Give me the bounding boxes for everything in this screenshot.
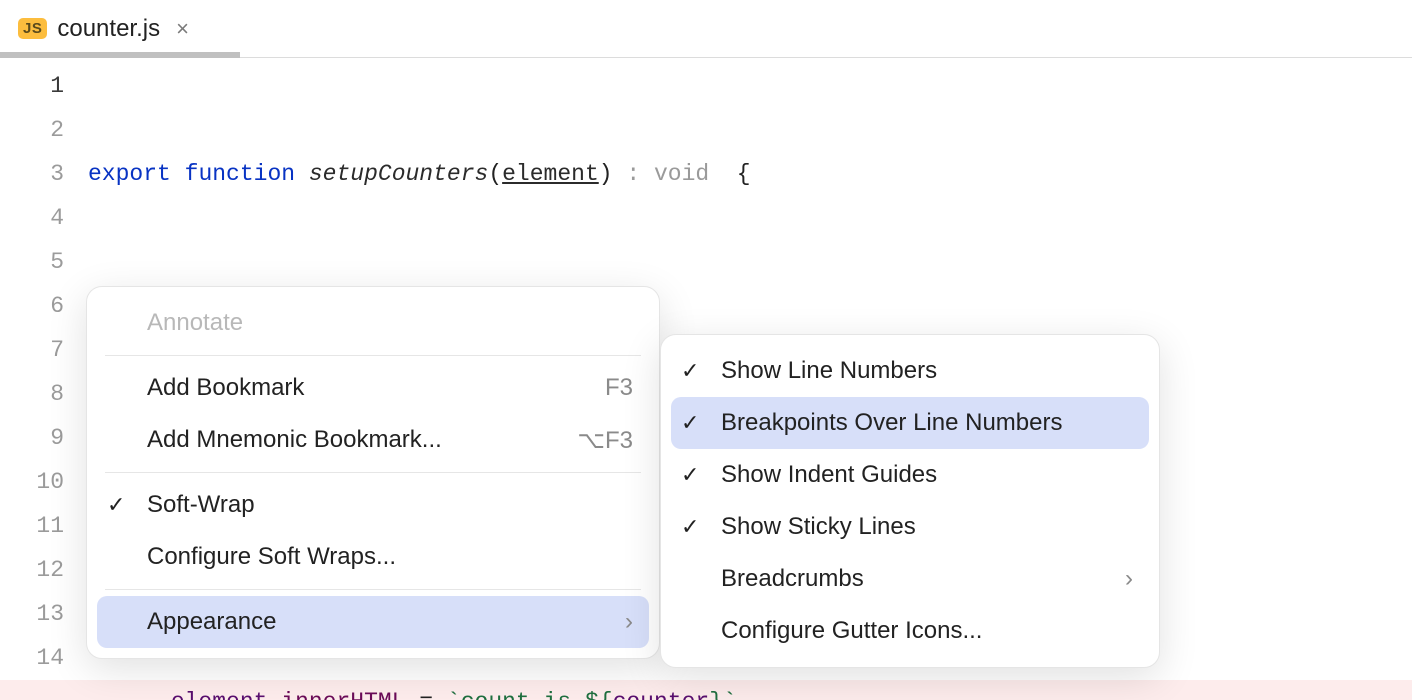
menu-item-annotate: Annotate (87, 297, 659, 349)
gutter-context-menu: Annotate Add BookmarkF3 Add Mnemonic Boo… (86, 286, 660, 659)
chevron-right-icon: › (1125, 565, 1133, 593)
line-number[interactable]: 1 (0, 64, 64, 108)
menu-item-breadcrumbs[interactable]: Breadcrumbs› (661, 553, 1159, 605)
line-number[interactable]: 3 (0, 152, 64, 196)
menu-item-soft-wrap[interactable]: ✓Soft-Wrap (87, 479, 659, 531)
chevron-right-icon: › (625, 608, 633, 636)
line-number[interactable]: 12 (0, 548, 64, 592)
code-line[interactable]: element.innerHTML = `count is ${counter}… (0, 680, 1412, 700)
tab-title: counter.js (57, 15, 160, 43)
menu-item-show-sticky-lines[interactable]: ✓Show Sticky Lines (661, 501, 1159, 553)
appearance-submenu: ✓Show Line Numbers ✓Breakpoints Over Lin… (660, 334, 1160, 668)
close-tab-icon[interactable]: × (176, 16, 189, 42)
menu-item-configure-soft-wraps[interactable]: Configure Soft Wraps... (87, 531, 659, 583)
js-file-icon: JS (18, 18, 47, 39)
line-number[interactable]: 5 (0, 240, 64, 284)
line-number[interactable]: 11 (0, 504, 64, 548)
check-icon: ✓ (681, 410, 699, 436)
editor-tab[interactable]: JS counter.js × (0, 0, 207, 57)
line-number[interactable]: 10 (0, 460, 64, 504)
menu-item-add-bookmark[interactable]: Add BookmarkF3 (87, 362, 659, 414)
line-number[interactable]: 9 (0, 416, 64, 460)
check-icon: ✓ (107, 492, 125, 518)
menu-separator (105, 589, 641, 590)
line-number[interactable]: 4 (0, 196, 64, 240)
menu-item-add-mnemonic-bookmark[interactable]: Add Mnemonic Bookmark...⌥F3 (87, 414, 659, 466)
check-icon: ✓ (681, 462, 699, 488)
check-icon: ✓ (681, 514, 699, 540)
editor-gutter[interactable]: 1 2 3 4 5 6 7 8 9 10 11 12 13 14 (0, 58, 88, 700)
menu-item-show-line-numbers[interactable]: ✓Show Line Numbers (661, 345, 1159, 397)
line-number[interactable]: 13 (0, 592, 64, 636)
line-number[interactable]: 8 (0, 372, 64, 416)
line-number[interactable]: 6 (0, 284, 64, 328)
code-line[interactable]: export function setupCounters(element) :… (88, 152, 1412, 196)
check-icon: ✓ (681, 358, 699, 384)
menu-separator (105, 472, 641, 473)
menu-item-breakpoints-over-line-numbers[interactable]: ✓Breakpoints Over Line Numbers (671, 397, 1149, 449)
menu-item-configure-gutter-icons[interactable]: Configure Gutter Icons... (661, 605, 1159, 657)
line-number[interactable]: 7 (0, 328, 64, 372)
line-number[interactable]: 14 (0, 636, 64, 680)
menu-item-show-indent-guides[interactable]: ✓Show Indent Guides (661, 449, 1159, 501)
line-number[interactable]: 2 (0, 108, 64, 152)
menu-item-appearance[interactable]: Appearance› (97, 596, 649, 648)
menu-separator (105, 355, 641, 356)
